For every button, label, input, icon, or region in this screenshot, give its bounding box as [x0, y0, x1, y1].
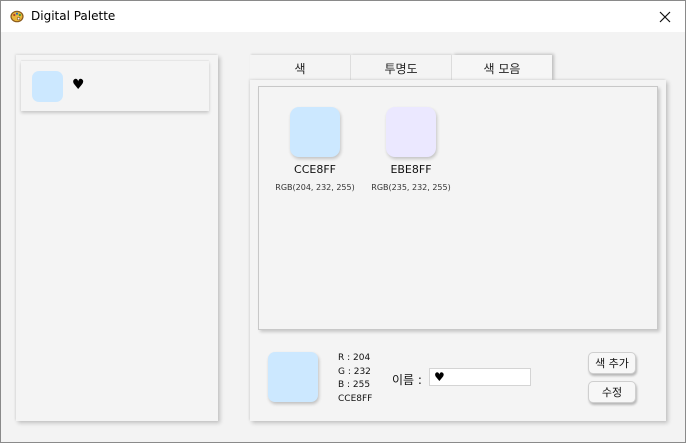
- green-value: G : 232: [338, 366, 371, 377]
- collection-tab-panel: CCE8FF RGB(204, 232, 255) EBE8FF RGB(235…: [250, 80, 666, 421]
- collection-color-swatch: [386, 107, 436, 157]
- name-input[interactable]: [429, 368, 531, 386]
- close-button[interactable]: [645, 1, 685, 32]
- edit-button[interactable]: 수정: [588, 381, 636, 403]
- collection-color-hex: CCE8FF: [294, 163, 336, 176]
- palette-icon: [10, 10, 24, 23]
- current-color-values: R : 204 G : 232 B : 255 CCE8FF: [338, 352, 372, 406]
- app-window: Digital Palette ♥ 색 투명도 색 모음 CCE8FF RGB(…: [0, 0, 686, 443]
- tab-bar: 색 투명도 색 모음: [250, 55, 557, 81]
- collection-color-rgb: RGB(204, 232, 255): [275, 183, 355, 192]
- tab-transparency[interactable]: 투명도: [351, 55, 451, 81]
- collection-color-card[interactable]: EBE8FF RGB(235, 232, 255): [365, 107, 457, 192]
- color-collection-grid: CCE8FF RGB(204, 232, 255) EBE8FF RGB(235…: [258, 86, 658, 330]
- saved-color-name: ♥: [72, 77, 85, 93]
- blue-value: B : 255: [338, 380, 371, 390]
- window-title: Digital Palette: [31, 9, 116, 23]
- name-label: 이름 :: [392, 373, 422, 387]
- saved-colors-panel: ♥: [16, 55, 218, 421]
- collection-color-swatch: [290, 107, 340, 157]
- red-value: R : 204: [338, 353, 371, 363]
- saved-color-item[interactable]: ♥: [21, 61, 209, 111]
- tab-color[interactable]: 색: [250, 55, 350, 81]
- collection-color-hex: EBE8FF: [390, 163, 432, 176]
- hex-value: CCE8FF: [338, 393, 373, 404]
- tab-color-collection[interactable]: 색 모음: [452, 55, 552, 81]
- current-color-swatch: [268, 352, 318, 402]
- saved-color-swatch: [32, 71, 63, 102]
- title-bar: Digital Palette: [1, 1, 685, 32]
- add-color-button[interactable]: 색 추가: [588, 352, 636, 374]
- close-icon: [659, 11, 671, 22]
- collection-color-rgb: RGB(235, 232, 255): [371, 183, 451, 192]
- collection-color-card[interactable]: CCE8FF RGB(204, 232, 255): [269, 107, 361, 192]
